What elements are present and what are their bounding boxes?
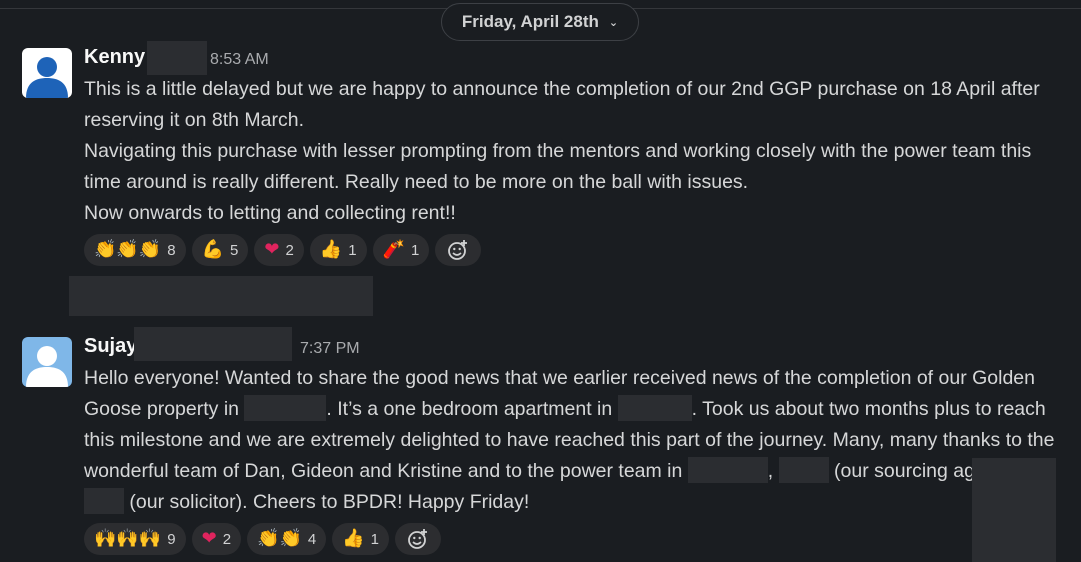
redacted-name <box>687 457 768 483</box>
redacted-block <box>134 327 292 361</box>
redacted-block <box>972 458 1056 562</box>
clap-emoji: 👏👏 <box>257 528 302 549</box>
user-avatar-icon <box>22 48 72 98</box>
reaction-count: 1 <box>348 241 357 259</box>
timestamp[interactable]: 8:53 AM <box>210 51 269 69</box>
redacted-block <box>147 41 207 75</box>
reaction-muscle[interactable]: 💪 5 <box>191 234 249 266</box>
add-reaction-icon <box>408 529 427 549</box>
reaction-heart[interactable]: ❤ 2 <box>254 234 304 266</box>
reaction-count: 1 <box>370 530 379 548</box>
reaction-thumbsup[interactable]: 👍 1 <box>332 523 389 555</box>
timestamp-wrap: 7:37 PM <box>300 340 360 358</box>
heart-emoji: ❤ <box>264 239 280 260</box>
text-segment: . It’s a one bedroom apartment in <box>326 398 618 420</box>
user-avatar-icon <box>22 337 72 387</box>
redacted-location <box>244 395 327 421</box>
reaction-count: 4 <box>307 530 317 548</box>
muscle-emoji: 💪 <box>201 239 225 260</box>
timestamp-wrap: 8:53 AM <box>210 51 269 69</box>
avatar[interactable] <box>22 337 72 387</box>
reaction-count: 9 <box>167 530 176 548</box>
message-body: This is a little delayed but we are happ… <box>84 74 1069 229</box>
reaction-clap[interactable]: 👏👏 4 <box>247 523 327 555</box>
redacted-block <box>69 276 373 316</box>
avatar[interactable] <box>22 48 72 98</box>
add-reaction-button[interactable] <box>435 234 482 266</box>
reaction-count: 5 <box>230 241 239 259</box>
message-header: Kenny <box>84 46 145 69</box>
message-body: Hello everyone! Wanted to share the good… <box>84 363 1059 518</box>
reaction-raised-hands[interactable]: 🙌🙌🙌 9 <box>84 523 186 555</box>
author-name[interactable]: Kenny <box>84 46 145 69</box>
text-segment: (our solicitor). Cheers to BPDR! Happy F… <box>124 491 530 513</box>
date-divider-button[interactable]: Friday, April 28th ⌄ <box>441 3 639 41</box>
reaction-bar: 👏👏👏 8 💪 5 ❤ 2 👍 1 🧨 1 <box>84 234 482 266</box>
message-paragraph: Now onwards to letting and collecting re… <box>84 202 456 224</box>
redacted-name <box>84 488 124 514</box>
reaction-count: 1 <box>410 241 420 259</box>
raised-hands-emoji: 🙌🙌🙌 <box>94 528 162 549</box>
redacted-location <box>617 395 692 421</box>
firecracker-emoji: 🧨 <box>382 239 405 260</box>
heart-emoji: ❤ <box>201 528 217 549</box>
redacted-name <box>778 457 829 483</box>
reaction-thumbsup[interactable]: 👍 1 <box>309 234 367 266</box>
clap-emoji: 👏👏👏 <box>94 239 162 260</box>
date-label: Friday, April 28th <box>461 12 599 31</box>
message-paragraph: Hello everyone! Wanted to share the good… <box>84 363 1059 518</box>
reaction-clap[interactable]: 👏👏👏 8 <box>84 234 186 266</box>
reaction-count: 2 <box>285 241 294 259</box>
reaction-count: 2 <box>222 530 232 548</box>
message-paragraph: This is a little delayed but we are happ… <box>84 78 1040 131</box>
message-paragraph: Navigating this purchase with lesser pro… <box>84 140 1032 193</box>
author-name[interactable]: Sujay <box>84 335 137 358</box>
reaction-bar: 🙌🙌🙌 9 ❤ 2 👏👏 4 👍 1 <box>84 523 441 555</box>
reaction-count: 8 <box>167 241 176 259</box>
message-header: Sujay <box>84 335 137 358</box>
timestamp[interactable]: 7:37 PM <box>300 340 360 358</box>
reaction-firecracker[interactable]: 🧨 1 <box>372 234 430 266</box>
text-segment: , <box>767 460 779 482</box>
add-reaction-icon <box>448 240 468 260</box>
chevron-down-icon: ⌄ <box>608 16 619 29</box>
thumbs-up-emoji: 👍 <box>319 239 343 260</box>
add-reaction-button[interactable] <box>394 523 441 555</box>
thumbs-up-emoji: 👍 <box>342 528 365 549</box>
reaction-heart[interactable]: ❤ 2 <box>191 523 242 555</box>
